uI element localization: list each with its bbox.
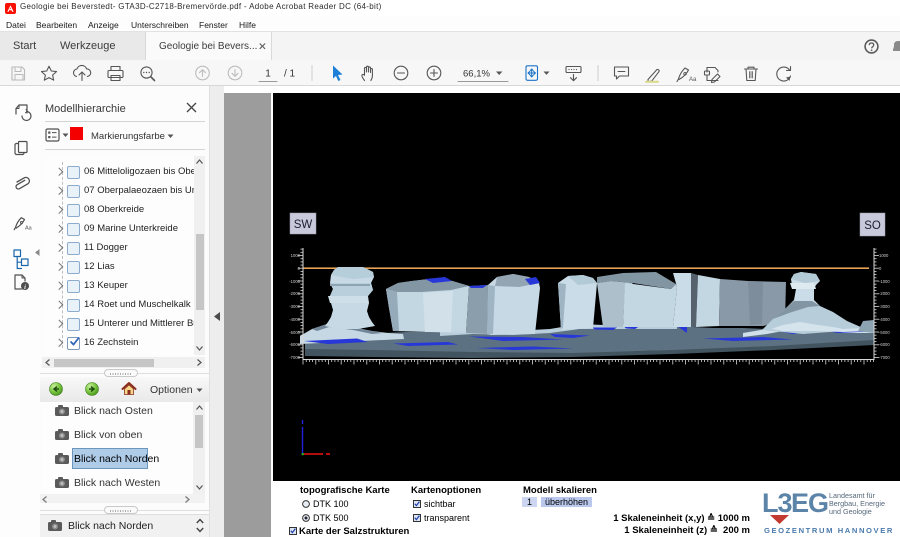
svg-text:0: 0 <box>879 266 882 271</box>
svg-text:i: i <box>24 284 26 291</box>
svg-text:-6000: -6000 <box>289 342 300 347</box>
svg-text:-4000: -4000 <box>879 317 890 322</box>
svg-text:66,1%: 66,1% <box>463 69 490 80</box>
svg-text:1000: 1000 <box>291 253 301 258</box>
svg-text:SW: SW <box>294 219 313 231</box>
svg-text:-1000: -1000 <box>879 279 890 284</box>
svg-text:-2000: -2000 <box>879 291 890 296</box>
svg-text:-6000: -6000 <box>879 342 890 347</box>
svg-text:-1000: -1000 <box>289 279 300 284</box>
svg-text:-3000: -3000 <box>289 304 300 309</box>
svg-text:Aa: Aa <box>25 226 33 232</box>
svg-text:-5000: -5000 <box>289 330 300 335</box>
svg-text:-4000: -4000 <box>289 317 300 322</box>
svg-text:-7000: -7000 <box>289 355 300 360</box>
svg-text:-7000: -7000 <box>879 355 890 360</box>
svg-text:-5000: -5000 <box>879 330 890 335</box>
svg-text:1: 1 <box>265 69 271 80</box>
svg-text:/ 1: / 1 <box>284 69 296 80</box>
svg-text:1000: 1000 <box>879 253 889 258</box>
svg-text:Aa: Aa <box>689 77 697 83</box>
svg-text:-3000: -3000 <box>879 304 890 309</box>
svg-text:SO: SO <box>864 220 881 232</box>
svg-text:-2000: -2000 <box>289 291 300 296</box>
